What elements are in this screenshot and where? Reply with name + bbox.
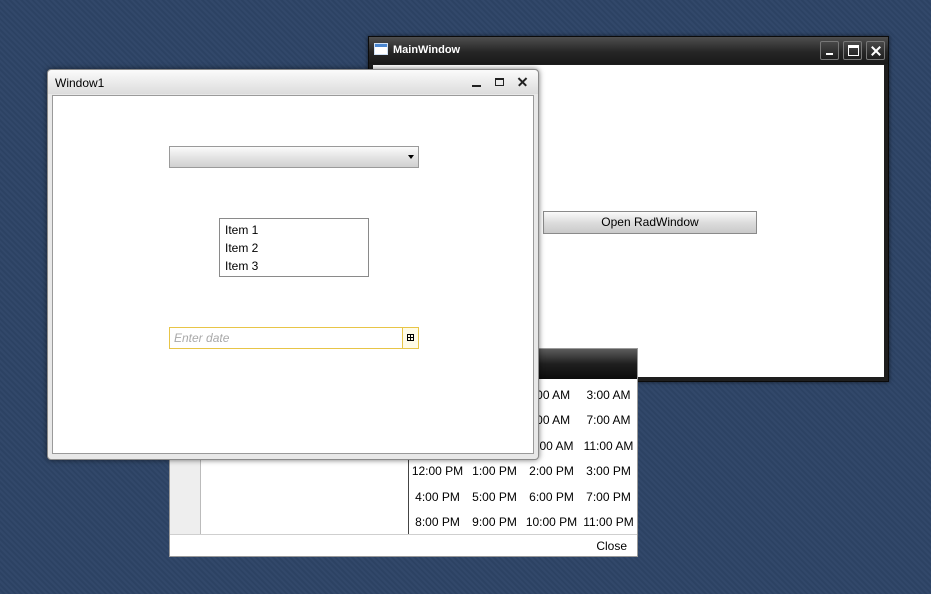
main-window-title: MainWindow bbox=[393, 44, 461, 56]
close-button[interactable] bbox=[866, 41, 885, 60]
close-button[interactable] bbox=[515, 74, 531, 90]
open-radwindow-button[interactable]: Open RadWindow bbox=[543, 211, 757, 234]
window-app-icon bbox=[374, 43, 388, 55]
date-picker bbox=[169, 327, 419, 349]
list-item[interactable]: Item 3 bbox=[225, 259, 258, 273]
time-slot[interactable]: 4:00 PM bbox=[409, 490, 466, 504]
main-window-titlebar[interactable]: MainWindow bbox=[369, 37, 888, 64]
list-item[interactable]: Item 1 bbox=[225, 223, 258, 237]
window1-content: Item 1 Item 2 Item 3 bbox=[52, 95, 534, 454]
minimize-button[interactable] bbox=[820, 41, 839, 60]
popup-close-button[interactable]: Close bbox=[596, 539, 627, 553]
calendar-icon bbox=[407, 334, 414, 341]
time-slot[interactable]: 3:00 PM bbox=[580, 464, 637, 478]
list-box[interactable]: Item 1 Item 2 Item 3 bbox=[219, 218, 369, 277]
popup-footer: Close bbox=[170, 534, 637, 558]
time-slot[interactable]: 10:00 PM bbox=[523, 515, 580, 529]
combo-box[interactable] bbox=[169, 146, 419, 168]
time-slot[interactable]: 7:00 AM bbox=[580, 413, 637, 427]
time-slot[interactable]: 12:00 PM bbox=[409, 464, 466, 478]
window1-titlebar[interactable]: Window1 bbox=[48, 70, 538, 94]
time-slot[interactable]: 11:00 AM bbox=[580, 439, 637, 453]
time-slot[interactable]: 5:00 PM bbox=[466, 490, 523, 504]
time-slot[interactable]: 7:00 PM bbox=[580, 490, 637, 504]
time-slot[interactable]: 8:00 PM bbox=[409, 515, 466, 529]
window1: Window1 Item 1 Item 2 Item 3 bbox=[47, 69, 539, 460]
maximize-button[interactable] bbox=[843, 41, 862, 60]
window1-title: Window1 bbox=[55, 76, 105, 90]
time-slot[interactable]: 1:00 PM bbox=[466, 464, 523, 478]
time-slot[interactable]: 2:00 PM bbox=[523, 464, 580, 478]
chevron-down-icon[interactable] bbox=[408, 155, 414, 159]
calendar-toggle-button[interactable] bbox=[402, 328, 418, 348]
time-slot[interactable]: 9:00 PM bbox=[466, 515, 523, 529]
list-item[interactable]: Item 2 bbox=[225, 241, 258, 255]
time-slot[interactable]: 11:00 PM bbox=[580, 515, 637, 529]
minimize-button[interactable] bbox=[469, 74, 485, 90]
time-slot[interactable]: 6:00 PM bbox=[523, 490, 580, 504]
maximize-button[interactable] bbox=[492, 74, 508, 90]
date-input[interactable] bbox=[170, 328, 406, 348]
time-slot[interactable]: 3:00 AM bbox=[580, 388, 637, 402]
